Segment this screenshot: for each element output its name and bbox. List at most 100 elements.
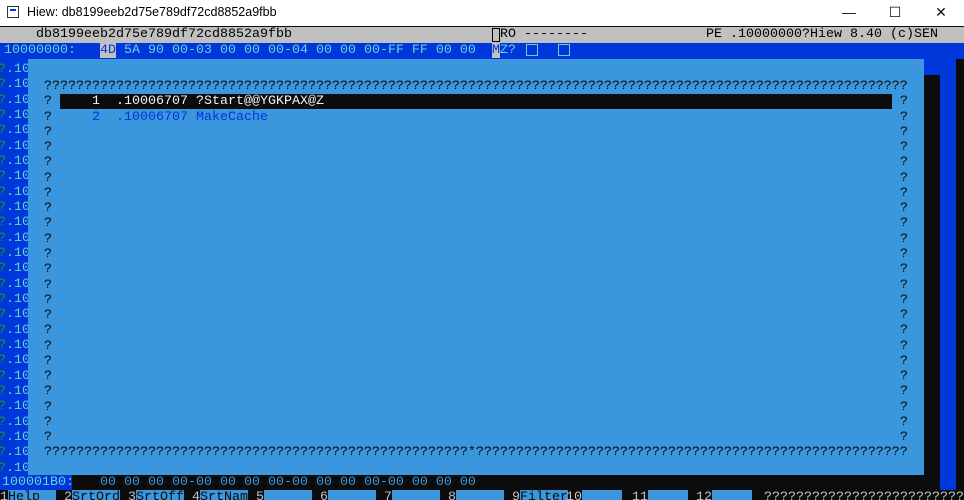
fkey-number: 6 xyxy=(320,490,328,500)
address-text: .10 xyxy=(6,245,30,261)
bottom-hex-row[interactable]: 100001B0: 00 00 00 00-00 00 00 00-00 00 … xyxy=(0,475,964,490)
fkey-number: 1 xyxy=(0,490,8,500)
popup-side-border: ? xyxy=(44,292,52,308)
popup-side-border: ? xyxy=(44,338,52,354)
fkey-number: 9 xyxy=(512,490,520,500)
scrollbar[interactable] xyxy=(940,59,956,490)
popup-side-border: ? xyxy=(900,277,908,293)
address-label: ?.10 xyxy=(0,62,30,77)
address-text: .10 xyxy=(6,230,30,246)
address-label: ?.10 xyxy=(0,169,30,184)
popup-side-border: ? xyxy=(900,124,908,140)
close-button[interactable]: ✕ xyxy=(918,0,964,26)
address-text: .10 xyxy=(6,107,30,123)
address-label: ?.10 xyxy=(0,430,30,445)
names-popup: ????????????????????????????????????????… xyxy=(28,59,924,475)
popup-side-border: ? xyxy=(44,140,52,156)
address-label: ?.10 xyxy=(0,338,30,353)
fkey-tail: ?????????????????????????? xyxy=(764,490,964,500)
address-text: .10 xyxy=(6,77,30,93)
popup-side-border: ? xyxy=(44,216,52,232)
item-address: .10006707 xyxy=(116,109,188,125)
maximize-button[interactable]: ☐ xyxy=(872,0,918,26)
address-label: ?.10 xyxy=(0,246,30,261)
popup-side-border: ? xyxy=(900,170,908,186)
address-label: ?.10 xyxy=(0,261,30,276)
fkey-label xyxy=(456,490,504,500)
popup-side-border: ? xyxy=(900,338,908,354)
hex-address: 100001B0: xyxy=(0,475,74,490)
address-label: ?.10 xyxy=(0,93,30,108)
fkey-number: 8 xyxy=(448,490,456,500)
fkey-label xyxy=(392,490,440,500)
item-number: 1 xyxy=(92,94,100,110)
hex-row[interactable]: 10000000: 4D 5A 90 00-03 00 00 00-04 00 … xyxy=(0,43,964,59)
address-text: .10 xyxy=(6,414,30,430)
address-text: .10 xyxy=(6,261,30,277)
popup-side-border: ? xyxy=(900,231,908,247)
fkey-6[interactable]: 6 xyxy=(320,490,376,500)
mode-indicator: RO -------- xyxy=(500,27,588,42)
popup-side-border: ? xyxy=(900,308,908,324)
fkey-1[interactable]: 1Help xyxy=(0,490,56,500)
popup-side-border: ? xyxy=(900,109,908,125)
popup-side-border: ? xyxy=(900,292,908,308)
hex-bytes: 5A 90 00-03 00 00 00-04 00 00 00-FF FF 0… xyxy=(124,43,476,58)
fkey-label: Filter xyxy=(520,490,568,500)
popup-side-border: ? xyxy=(44,369,52,385)
popup-side-border: ? xyxy=(900,323,908,339)
popup-side-border: ? xyxy=(44,414,52,430)
item-number: 2 xyxy=(92,109,100,125)
fkey-number: 11 xyxy=(632,490,648,500)
status-header: db8199eeb2d75e789df72cd8852a9fbb RO ----… xyxy=(0,27,964,43)
popup-side-border: ? xyxy=(900,262,908,278)
address-text: .10 xyxy=(6,322,30,338)
fkey-label xyxy=(328,490,376,500)
fkey-3[interactable]: 3SrtOff xyxy=(128,490,184,500)
popup-bottom-border: ????????????????????????????????????????… xyxy=(44,445,908,460)
fkey-2[interactable]: 2SrtOrd xyxy=(64,490,120,500)
address-label: ?.10 xyxy=(0,445,30,460)
address-label: ?.10 xyxy=(0,200,30,215)
popup-side-border: ? xyxy=(900,430,908,446)
address-label: ?.10 xyxy=(0,461,30,476)
popup-side-border: ? xyxy=(44,155,52,171)
popup-side-border: ? xyxy=(44,246,52,262)
address-label: ?.10 xyxy=(0,415,30,430)
fkey-label: SrtOrd xyxy=(72,490,120,500)
popup-side-border: ? xyxy=(44,353,52,369)
fkey-label: SrtOff xyxy=(136,490,184,500)
popup-side-border: ? xyxy=(900,155,908,171)
address-label: ?.10 xyxy=(0,154,30,169)
address-text: .10 xyxy=(6,429,30,445)
fkey-4[interactable]: 4SrtNam xyxy=(192,490,248,500)
ascii-text: Z? xyxy=(500,43,516,58)
popup-side-border: ? xyxy=(44,430,52,446)
fkey-10[interactable]: 10 xyxy=(566,490,622,500)
fkey-8[interactable]: 8 xyxy=(448,490,504,500)
popup-side-border: ? xyxy=(44,384,52,400)
address-label: ?.10 xyxy=(0,307,30,322)
fkey-11[interactable]: 11 xyxy=(632,490,688,500)
ascii-cursor: M xyxy=(492,43,500,58)
hex-cursor-byte[interactable]: 4D xyxy=(100,43,116,58)
cursor-box-icon xyxy=(492,28,500,42)
hex-bytes: 00 00 00 00-00 00 00 00-00 00 00 00-00 0… xyxy=(100,475,476,490)
address-text: .10 xyxy=(6,138,30,154)
address-text: .10 xyxy=(6,215,30,231)
list-item[interactable]: 2 .10006707 MakeCache xyxy=(60,110,892,125)
item-name: MakeCache xyxy=(195,109,268,125)
popup-side-border: ? xyxy=(44,124,52,140)
fkey-5[interactable]: 5 xyxy=(256,490,312,500)
minimize-button[interactable]: — xyxy=(826,0,872,26)
item-name: ?Start@@YGKPAX@Z xyxy=(195,94,324,110)
fkey-number: 5 xyxy=(256,490,264,500)
fkey-7[interactable]: 7 xyxy=(384,490,440,500)
popup-side-border: ? xyxy=(44,308,52,324)
fkey-label: Help xyxy=(8,490,56,500)
fkey-12[interactable]: 12 xyxy=(696,490,752,500)
address-text: .10 xyxy=(6,368,30,384)
list-item[interactable]: 1 .10006707 ?Start@@YGKPAX@Z xyxy=(60,94,892,110)
address-label: ?.10 xyxy=(0,277,30,292)
fkey-9[interactable]: 9Filter xyxy=(512,490,568,500)
